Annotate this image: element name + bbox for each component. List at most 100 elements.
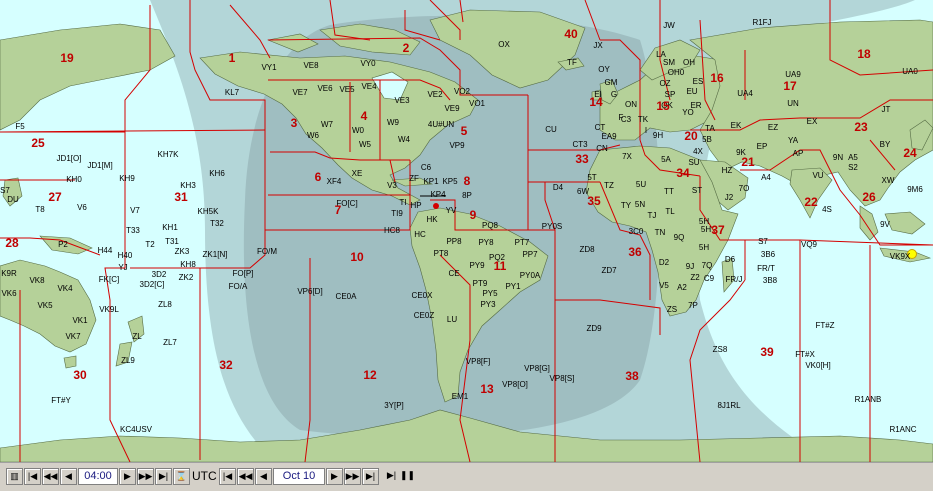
prefix-label: 5T (587, 173, 596, 182)
prefix-label: ZD9 (586, 324, 602, 333)
prefix-label: FO/A (229, 282, 248, 291)
prefix-label: GM (605, 78, 618, 87)
prefix-label: 7O (739, 184, 750, 193)
prefix-label: ZD7 (601, 266, 617, 275)
prefix-label: W0 (352, 126, 365, 135)
prefix-label: D2 (659, 258, 670, 267)
prefix-label: 5H (701, 225, 711, 234)
print-button[interactable]: ▥ (6, 468, 23, 485)
prefix-label: HC8 (384, 226, 401, 235)
prefix-label: VE4 (361, 82, 377, 91)
time-input[interactable]: 04:00 (78, 468, 118, 485)
time-back-fast-button[interactable]: ◀◀ (42, 468, 59, 485)
prefix-label: V6 (77, 203, 87, 212)
prefix-label: ZK2 (179, 273, 194, 282)
date-start-button[interactable]: |◀ (219, 468, 236, 485)
prefix-label: HZ (722, 166, 733, 175)
prefix-label: VP8[S] (550, 374, 575, 383)
zone-number: 6 (315, 170, 322, 184)
prefix-label: ZK1[N] (203, 250, 228, 259)
pause-button[interactable]: ❚❚ (400, 468, 415, 483)
prefix-label: JX (593, 41, 603, 50)
play-button[interactable]: ▶| (384, 468, 399, 483)
prefix-label: VK5 (37, 301, 53, 310)
zone-number: 27 (48, 190, 62, 204)
prefix-label: JD1[O] (57, 154, 82, 163)
prefix-label: VY0 (360, 59, 376, 68)
time-toolbar: ▥ |◀ ◀◀ ◀ 04:00 ▶ ▶▶ ▶| ⌛ UTC |◀ ◀◀ ◀ Oc… (0, 462, 933, 491)
prefix-label: KP1 (423, 177, 439, 186)
prefix-label: ER (690, 101, 701, 110)
zone-number: 33 (575, 152, 589, 166)
prefix-label: ZF (409, 174, 419, 183)
prefix-label: TT (664, 187, 674, 196)
prefix-label: TI9 (391, 209, 403, 218)
date-back-fast-button[interactable]: ◀◀ (237, 468, 254, 485)
prefix-label: EP (757, 142, 768, 151)
prefix-label: PY0A (520, 271, 541, 280)
zone-number: 25 (31, 136, 45, 150)
prefix-label: KH1 (162, 223, 178, 232)
prefix-label: P2 (58, 240, 68, 249)
zone-number: 18 (857, 47, 871, 61)
prefix-label: W5 (359, 140, 372, 149)
prefix-label: 3B6 (761, 250, 776, 259)
zone-number: 3 (291, 116, 298, 130)
prefix-label: KH7K (158, 150, 180, 159)
prefix-label: PQ8 (482, 221, 499, 230)
prefix-label: XF4 (327, 177, 342, 186)
prefix-label: PT9 (473, 279, 488, 288)
date-forward-fast-button[interactable]: ▶▶ (344, 468, 361, 485)
time-forward-button[interactable]: ▶ (119, 468, 136, 485)
zone-number: 4 (361, 109, 368, 123)
prefix-label: TN (655, 228, 666, 237)
prefix-label: T32 (210, 219, 224, 228)
prefix-label: PP7 (522, 250, 538, 259)
prefix-label: H40 (118, 251, 133, 260)
prefix-label: BY (880, 140, 891, 149)
prefix-label: EK (731, 121, 742, 130)
date-end-button[interactable]: ▶| (362, 468, 379, 485)
time-forward-fast-button[interactable]: ▶▶ (137, 468, 154, 485)
zone-number: 12 (363, 368, 377, 382)
prefix-label: OY (598, 65, 610, 74)
prefix-label: VP8[O] (502, 380, 528, 389)
prefix-label: CE0A (336, 292, 358, 301)
prefix-label: ZS8 (713, 345, 728, 354)
prefix-label: VK6 (1, 289, 17, 298)
zone-number: 19 (60, 51, 74, 65)
zone-number: 1 (229, 51, 236, 65)
time-end-button[interactable]: ▶| (155, 468, 172, 485)
prefix-label: PY3 (480, 300, 496, 309)
prefix-label: ZL7 (163, 338, 177, 347)
prefix-label: TY (621, 201, 632, 210)
prefix-label: VE8 (303, 61, 319, 70)
world-map[interactable]: R1FJJWOX JXTFOYLASM OHOH0ESGM OZEI G SP EUUA9 U… (0, 0, 933, 462)
prefix-label: S2 (848, 163, 858, 172)
prefix-label: FT#Y (51, 396, 71, 405)
zone-number: 40 (564, 27, 578, 41)
prefix-label: VE2 (427, 90, 443, 99)
time-back-button[interactable]: ◀ (60, 468, 77, 485)
prefix-label: V3 (387, 181, 397, 190)
prefix-label: 7X (622, 152, 632, 161)
time-mode-button[interactable]: ⌛ (173, 468, 190, 485)
date-forward-button[interactable]: ▶ (326, 468, 343, 485)
prefix-label: ST (692, 186, 702, 195)
zone-number: 5 (461, 124, 468, 138)
prefix-label: TL (665, 207, 675, 216)
prefix-label: 9V (880, 220, 890, 229)
prefix-label: UA9 (785, 70, 801, 79)
time-start-button[interactable]: |◀ (24, 468, 41, 485)
zone-number: 15 (656, 99, 670, 113)
prefix-label: EX (807, 117, 818, 126)
date-back-button[interactable]: ◀ (255, 468, 272, 485)
prefix-label: CT (595, 123, 606, 132)
prefix-label: S7 (758, 237, 768, 246)
date-input[interactable]: Oct 10 (273, 468, 325, 485)
prefix-label: VY1 (261, 63, 277, 72)
prefix-label: FO/M (257, 247, 277, 256)
prefix-label: KP5 (442, 177, 458, 186)
prefix-label: UA4 (737, 89, 753, 98)
zone-number: 26 (862, 190, 876, 204)
